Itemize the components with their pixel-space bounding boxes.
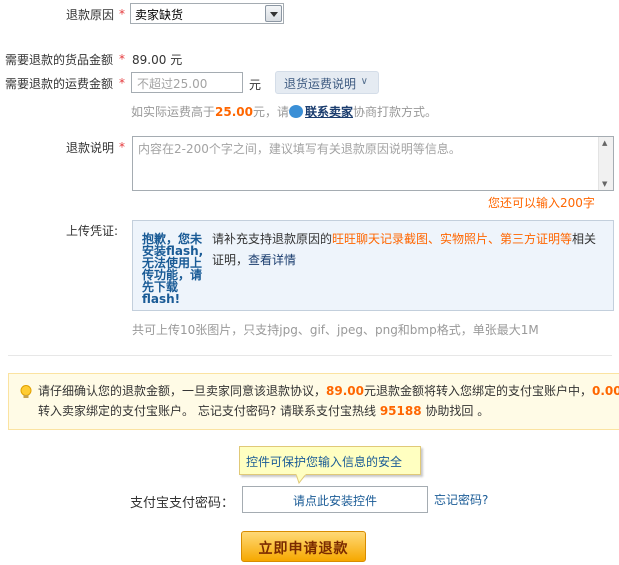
goods-amount: 89.00 元 — [132, 51, 182, 68]
remaining-chars: 您还可以输入200字 — [488, 196, 595, 210]
required-marker: * — [119, 140, 125, 154]
shipping-amount-label: 需要退款的运费金额 — [5, 77, 114, 91]
upload-label: 上传凭证: — [66, 224, 119, 238]
required-marker: * — [119, 7, 125, 21]
shipping-policy-button[interactable]: 退货运费说明 ∨ — [275, 71, 379, 94]
upload-text-before: 请补充支持退款原因的 — [212, 232, 333, 246]
shipping-hint-suffix: 协商打款方式。 — [353, 105, 438, 119]
notice-line-1: 请仔细确认您的退款金额，一旦卖家同意该退款协议，89.00元退款金额将转入您绑定… — [38, 381, 619, 401]
shipping-hint: 如实际运费高于25.00元，请 联系卖家协商打款方式。 — [131, 103, 437, 120]
goods-amount-label: 需要退款的货品金额 — [5, 53, 114, 67]
password-label: 支付宝支付密码： — [130, 496, 235, 511]
shipping-hint-prefix: 如实际运费高于 — [131, 105, 216, 119]
forgot-password-link[interactable]: 忘记密码? — [434, 491, 488, 508]
notice-amount-2: 0.00 — [592, 384, 619, 398]
details-link[interactable]: 查看详情 — [248, 253, 296, 267]
notice-hotline: 95188 — [379, 404, 422, 418]
upload-constraints: 共可上传10张图片，只支持jpg、gif、jpeg、png和bmp格式，单张最大… — [132, 323, 539, 337]
submit-refund-button[interactable]: 立即申请退款 — [241, 531, 366, 562]
notice-amount: 89.00 — [326, 384, 364, 398]
shipping-hint-amount: 25.00 — [215, 105, 253, 119]
refund-reason-label: 退款原因 — [66, 8, 115, 22]
description-label: 退款说明 — [66, 141, 115, 155]
goods-amount-value: 89.00 — [132, 53, 167, 67]
scroll-down-icon[interactable]: ▼ — [602, 180, 607, 188]
goods-amount-unit: 元 — [170, 53, 183, 67]
upload-instructions: 请补充支持退款原因的旺旺聊天记录截图、实物照片、第三方证明等相关证明，查看详情 — [212, 229, 608, 271]
notice-line1-a: 请仔细确认您的退款金额，一旦卖家同意该退款协议， — [38, 384, 327, 398]
upload-box[interactable]: 抱歉，您未安装flash,无法使用上传功能，请先下载flash! 请补充支持退款… — [132, 220, 614, 311]
required-marker: * — [119, 76, 125, 90]
chevron-down-icon: ∨ — [360, 76, 368, 87]
security-tooltip: 控件可保护您输入信息的安全 — [239, 446, 421, 475]
wangwang-icon — [289, 105, 303, 118]
shipping-amount-unit: 元 — [249, 78, 262, 92]
notice-line2-b: 协助找回 。 — [421, 404, 490, 418]
required-marker: * — [119, 52, 125, 66]
password-install-control[interactable]: 请点此安装控件 — [242, 486, 428, 513]
upload-text-highlight: 旺旺聊天记录截图、实物照片、第三方证明等 — [332, 232, 573, 246]
refund-reason-select[interactable]: 卖家缺货 — [130, 3, 284, 24]
shipping-policy-label: 退货运费说明 — [284, 77, 357, 91]
tooltip-tail — [296, 474, 306, 484]
flash-missing-message: 抱歉，您未安装flash,无法使用上传功能，请先下载flash! — [142, 232, 204, 306]
refund-notice: 请仔细确认您的退款金额，一旦卖家同意该退款协议，89.00元退款金额将转入您绑定… — [8, 373, 619, 430]
description-textarea[interactable]: 内容在2-200个字之间，建议填写有关退款原因说明等信息。 ▲ ▼ — [132, 136, 614, 191]
refund-reason-value: 卖家缺货 — [135, 8, 184, 22]
notice-line1-b: 元退款金额将转入您绑定的支付宝账户中， — [363, 384, 592, 398]
description-placeholder: 内容在2-200个字之间，建议填写有关退款原因说明等信息。 — [138, 142, 461, 156]
divider — [8, 355, 612, 356]
scroll-up-icon[interactable]: ▲ — [602, 139, 607, 147]
shipping-amount-input[interactable]: 不超过25.00 — [131, 72, 243, 93]
chevron-down-icon[interactable] — [265, 5, 282, 22]
shipping-hint-mid: 元，请 — [252, 105, 289, 119]
lightbulb-icon — [20, 385, 32, 399]
notice-line2-a: 转入卖家绑定的支付宝账户。 忘记支付密码? 请联系支付宝热线 — [38, 404, 380, 418]
textarea-scrollbar[interactable]: ▲ ▼ — [598, 137, 613, 190]
contact-seller-link[interactable]: 联系卖家 — [305, 105, 353, 119]
notice-line-2: 转入卖家绑定的支付宝账户。 忘记支付密码? 请联系支付宝热线 95188 协助找… — [38, 401, 489, 421]
